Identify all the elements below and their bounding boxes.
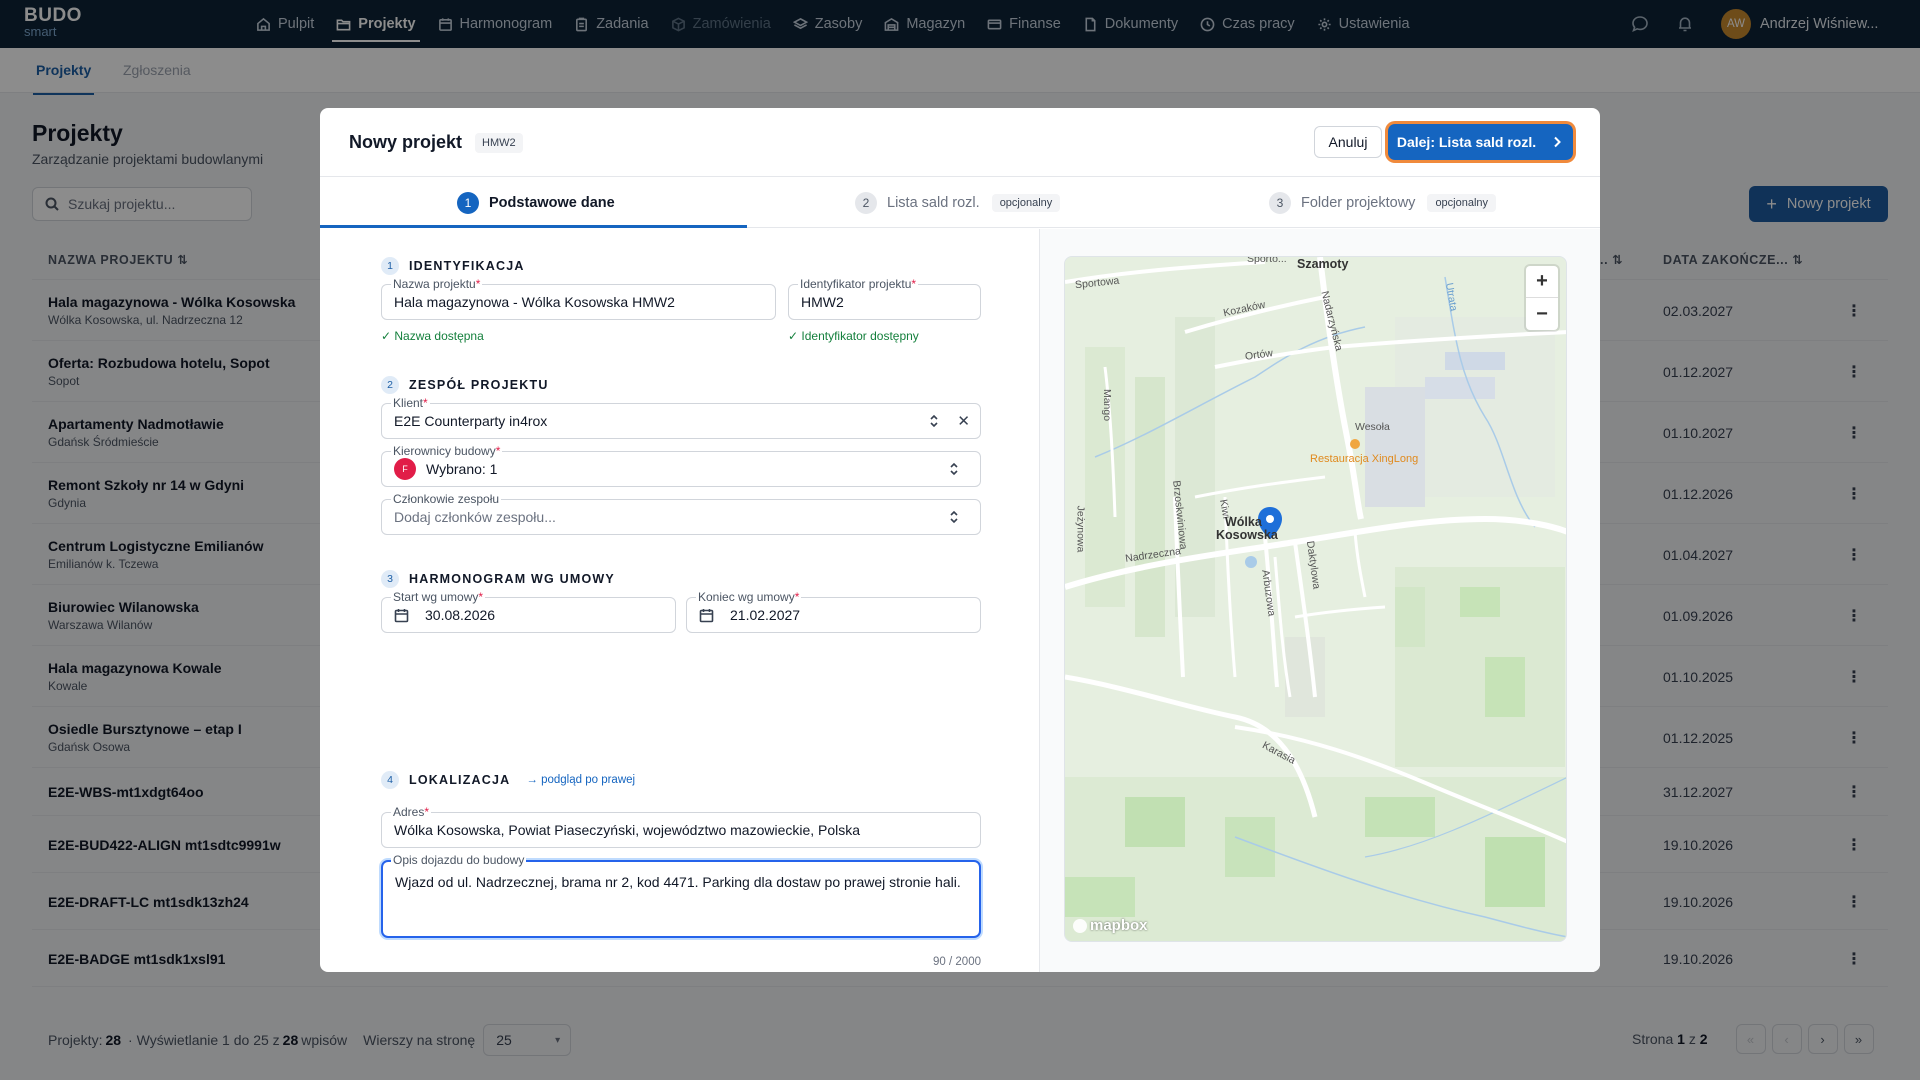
map-label-mango: Mango bbox=[1101, 388, 1114, 422]
modal-title: Nowy projekt bbox=[349, 132, 463, 152]
address-value: Wólka Kosowska, Powiat Piaseczyński, woj… bbox=[394, 822, 861, 838]
manager-avatar: F bbox=[394, 458, 416, 480]
map-panel: Szamoty Sporto... Sportowa Kozaków Ortów… bbox=[1039, 229, 1600, 972]
next-step-label: Dalej: Lista sald rozl. bbox=[1396, 134, 1537, 150]
optional-badge: opcjonalny bbox=[991, 193, 1061, 212]
section-location: 4 LOKALIZACJA → podgląd po prawej bbox=[381, 771, 635, 789]
section-title: IDENTYFIKACJA bbox=[409, 259, 525, 273]
step-number: 2 bbox=[855, 191, 877, 214]
active-step-indicator bbox=[320, 225, 747, 228]
step-label: Folder projektowy bbox=[1301, 194, 1416, 211]
map-preview-link[interactable]: → podgląd po prawej bbox=[526, 774, 635, 786]
start-date-label: Start wg umowy* bbox=[391, 590, 486, 604]
project-id-value: HMW2 bbox=[801, 294, 844, 310]
name-available-message: ✓ Nazwa dostępna bbox=[381, 329, 484, 343]
directions-label: Opis dojazdu do budowy bbox=[391, 853, 527, 867]
map-label-jezynowa: Jeżynowa bbox=[1074, 505, 1087, 553]
address-label: Adres* bbox=[391, 805, 432, 819]
calendar-icon bbox=[394, 608, 409, 623]
map-label-sportowa-top: Sporto... bbox=[1247, 256, 1287, 265]
section-title: LOKALIZACJA bbox=[409, 773, 511, 787]
calendar-icon bbox=[699, 608, 714, 623]
managers-label: Kierownicy budowy* bbox=[391, 444, 503, 458]
section-team: 2 ZESPÓŁ PROJEKTU bbox=[381, 376, 549, 394]
section-number: 2 bbox=[381, 376, 399, 394]
map-canvas bbox=[1065, 257, 1566, 941]
project-form: 1 IDENTYFIKACJA Hala magazynowa - Wólka … bbox=[320, 229, 1039, 972]
start-date-value: 30.08.2026 bbox=[425, 607, 496, 623]
id-available-message: ✓ Identyfikator dostępny bbox=[788, 329, 919, 343]
modal-id-badge: HMW2 bbox=[475, 133, 523, 153]
section-number: 1 bbox=[381, 257, 399, 275]
zoom-control: + − bbox=[1526, 266, 1558, 330]
char-counter: 90 / 2000 bbox=[933, 956, 981, 968]
clear-icon[interactable]: ✕ bbox=[957, 412, 970, 430]
step-number: 3 bbox=[1269, 191, 1291, 214]
step-balance-list[interactable]: 2 Lista sald rozl. opcjonalny bbox=[855, 177, 1061, 228]
cancel-button[interactable]: Anuluj bbox=[1314, 126, 1382, 158]
managers-value: Wybrano: 1 bbox=[426, 461, 498, 477]
section-number: 4 bbox=[381, 771, 399, 789]
mapbox-logo[interactable]: mapbox bbox=[1073, 917, 1148, 934]
chevron-right-icon bbox=[1554, 136, 1562, 148]
project-name-value: Hala magazynowa - Wólka Kosowska HMW2 bbox=[394, 294, 675, 310]
client-select[interactable]: E2E Counterparty in4rox ✕ bbox=[381, 403, 981, 439]
zoom-in-button[interactable]: + bbox=[1526, 266, 1558, 298]
step-label: Podstawowe dane bbox=[489, 194, 615, 211]
map-label-restaurant[interactable]: Restauracja XingLong bbox=[1310, 453, 1418, 465]
section-title: HARMONOGRAM WG UMOWY bbox=[409, 572, 615, 586]
section-schedule: 3 HARMONOGRAM WG UMOWY bbox=[381, 570, 615, 588]
select-arrows-icon bbox=[928, 414, 940, 428]
next-step-button[interactable]: Dalej: Lista sald rozl. bbox=[1388, 124, 1573, 160]
section-title: ZESPÓŁ PROJEKTU bbox=[409, 378, 549, 392]
directions-textarea[interactable]: Wjazd od ul. Nadrzecznej, brama nr 2, ko… bbox=[381, 860, 981, 938]
wizard-steps: 1 Podstawowe dane 2 Lista sald rozl. opc… bbox=[320, 176, 1600, 228]
map-label-szamoty: Szamoty bbox=[1297, 257, 1349, 271]
address-input[interactable]: Wólka Kosowska, Powiat Piaseczyński, woj… bbox=[381, 812, 981, 848]
team-members-placeholder: Dodaj członków zespołu... bbox=[394, 509, 556, 525]
section-number: 3 bbox=[381, 570, 399, 588]
step-number: 1 bbox=[457, 191, 479, 214]
zoom-out-button[interactable]: − bbox=[1526, 298, 1558, 330]
step-label: Lista sald rozl. bbox=[887, 194, 980, 211]
new-project-modal: Nowy projekt HMW2 Anuluj Dalej: Lista sa… bbox=[320, 108, 1600, 972]
map-label-kosowska: Kosowska bbox=[1216, 528, 1278, 542]
project-name-label: Nazwa projektu* bbox=[391, 277, 483, 291]
client-value: E2E Counterparty in4rox bbox=[394, 413, 548, 429]
map-label-wesola: Wesoła bbox=[1355, 421, 1390, 433]
optional-badge: opcjonalny bbox=[1427, 193, 1497, 212]
end-date-label: Koniec wg umowy* bbox=[696, 590, 802, 604]
project-id-label: Identyfikator projektu* bbox=[798, 277, 919, 291]
select-arrows-icon bbox=[948, 462, 960, 476]
end-date-value: 21.02.2027 bbox=[730, 607, 801, 623]
map-label-wolka: Wólka bbox=[1225, 515, 1262, 529]
step-project-folder[interactable]: 3 Folder projektowy opcjonalny bbox=[1269, 177, 1497, 228]
select-arrows-icon bbox=[948, 510, 960, 524]
client-label: Klient* bbox=[391, 396, 430, 410]
section-identification: 1 IDENTYFIKACJA bbox=[381, 257, 525, 275]
location-map[interactable]: Szamoty Sporto... Sportowa Kozaków Ortów… bbox=[1064, 256, 1567, 942]
team-members-label: Członkowie zespołu bbox=[391, 492, 502, 506]
step-basic-data[interactable]: 1 Podstawowe dane bbox=[457, 177, 615, 228]
